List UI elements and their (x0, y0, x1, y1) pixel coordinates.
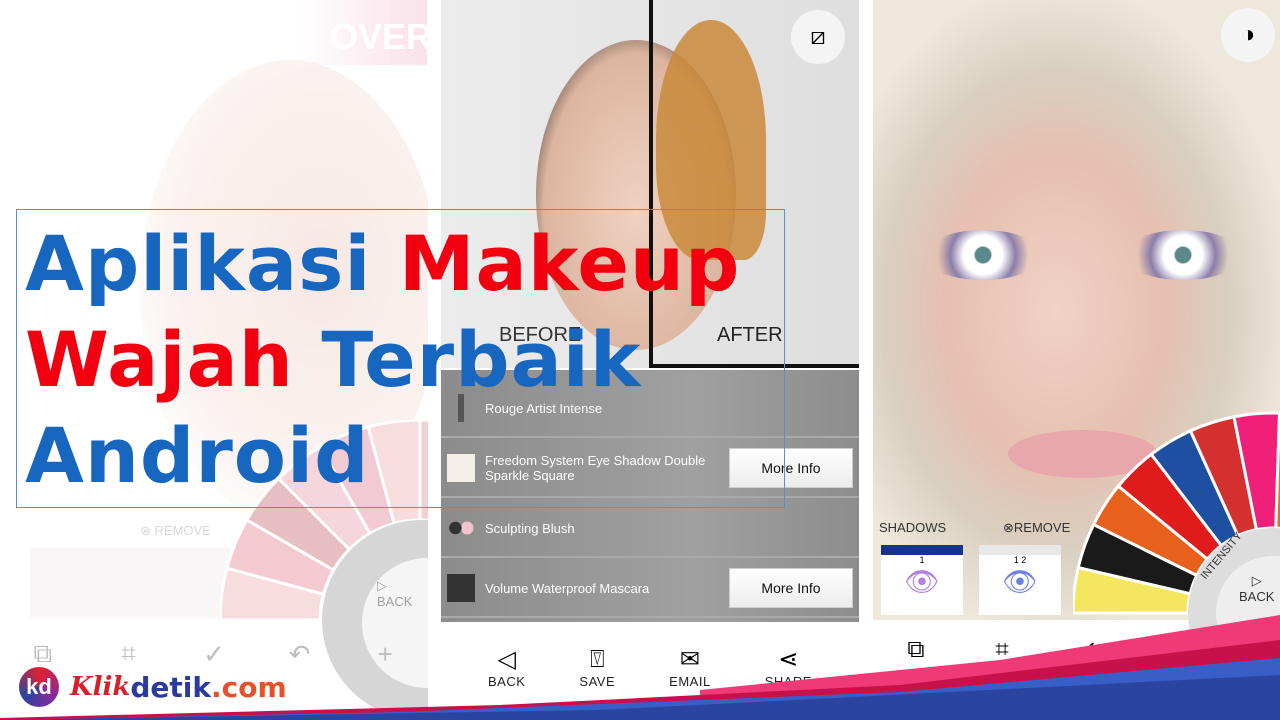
headline-line-3: Android (25, 411, 370, 500)
shadows-label: SHADOWS (879, 520, 947, 535)
headline-box: Aplikasi Makeup Wajah Terbaik Android (16, 209, 785, 508)
brand-banner: OVER (300, 0, 428, 65)
headline-line-1: Aplikasi Makeup (25, 219, 741, 308)
headline-line-2: Wajah Terbaik (25, 315, 642, 404)
remove-button[interactable]: ⊗REMOVE (1003, 520, 1070, 536)
compare-icon[interactable]: ◑ (1221, 8, 1275, 62)
mascara-icon (447, 574, 475, 602)
remove-button[interactable]: ⊗ REMOVE (140, 523, 211, 539)
klikdetik-logo[interactable]: kd Klik detik .com (16, 664, 287, 710)
list-item[interactable]: Sculpting Blush (441, 500, 859, 558)
split-compare-icon[interactable]: ⧄ (791, 10, 845, 64)
logo-mark: kd (16, 664, 62, 710)
blush-icon (447, 514, 475, 542)
